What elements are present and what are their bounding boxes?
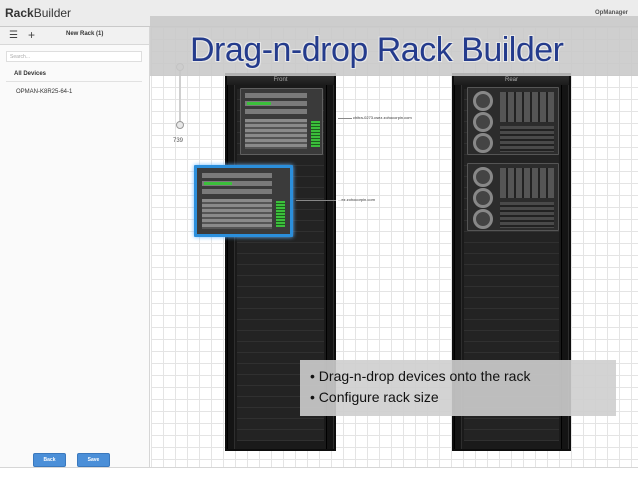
add-rack-icon[interactable]: + bbox=[28, 28, 35, 42]
menu-icon[interactable]: ☰ bbox=[9, 30, 18, 41]
back-button[interactable]: Back bbox=[33, 453, 66, 467]
drive-bay bbox=[245, 93, 307, 98]
device-hostname: ...ez.zohocorpin.com bbox=[338, 197, 375, 202]
port-leds bbox=[276, 201, 285, 227]
divider bbox=[6, 81, 142, 82]
all-devices-heading: All Devices bbox=[14, 71, 47, 77]
chassis-grille bbox=[202, 199, 272, 229]
rack-name-tab[interactable]: New Rack (1) bbox=[66, 31, 103, 37]
sidebar: ☰ + New Rack (1) Search... All Devices O… bbox=[0, 27, 150, 467]
zoom-out-icon[interactable] bbox=[176, 121, 184, 129]
dragged-device[interactable] bbox=[194, 165, 293, 237]
power-supply bbox=[500, 126, 554, 152]
rear-server[interactable] bbox=[467, 87, 559, 155]
status-led bbox=[247, 102, 271, 105]
app-root: RackBuilder OpManager ☰ + New Rack (1) S… bbox=[0, 0, 638, 479]
slide-bullets: Drag-n-drop devices onto the rack Config… bbox=[300, 360, 616, 416]
chassis-grille bbox=[245, 119, 307, 149]
rear-server[interactable] bbox=[467, 163, 559, 231]
device-list-item[interactable]: OPMAN-K8R25-64-1 bbox=[16, 89, 72, 95]
port-leds bbox=[311, 121, 320, 147]
device-hostname: chitra-0273.csez.zohocorpin.com bbox=[353, 115, 412, 120]
drive-bay bbox=[202, 173, 272, 178]
fan-icon bbox=[473, 209, 493, 229]
status-led bbox=[204, 182, 232, 185]
rear-ports bbox=[500, 92, 554, 122]
rear-rack-label: Rear bbox=[454, 75, 569, 85]
drive-bay bbox=[245, 109, 307, 114]
slide-title-banner: Drag-n-drop Rack Builder bbox=[150, 16, 638, 76]
device-leader-line bbox=[296, 200, 336, 201]
zoom-value: 739 bbox=[173, 138, 184, 144]
save-button[interactable]: Save bbox=[77, 453, 110, 467]
rear-ports bbox=[500, 168, 554, 198]
search-input[interactable]: Search... bbox=[6, 51, 142, 62]
mounted-server[interactable] bbox=[240, 88, 323, 155]
bottom-strip bbox=[0, 467, 638, 479]
fan-icon bbox=[473, 91, 493, 111]
slide-title: Drag-n-drop Rack Builder bbox=[190, 31, 564, 69]
fan-icon bbox=[473, 188, 493, 208]
zoom-track bbox=[179, 67, 181, 127]
rack-rail-left bbox=[227, 85, 235, 449]
front-rack-label: Front bbox=[227, 75, 334, 85]
fan-icon bbox=[473, 112, 493, 132]
brand-logo: RackBuilder bbox=[5, 6, 72, 20]
power-supply bbox=[500, 202, 554, 228]
fan-icon bbox=[473, 133, 493, 153]
drive-bay bbox=[202, 189, 272, 194]
bullet-item: Configure rack size bbox=[310, 387, 616, 408]
fan-icon bbox=[473, 167, 493, 187]
bullet-item: Drag-n-drop devices onto the rack bbox=[310, 366, 616, 387]
sidebar-toolbar: ☰ + New Rack (1) bbox=[0, 27, 149, 45]
device-leader-line bbox=[338, 118, 352, 119]
